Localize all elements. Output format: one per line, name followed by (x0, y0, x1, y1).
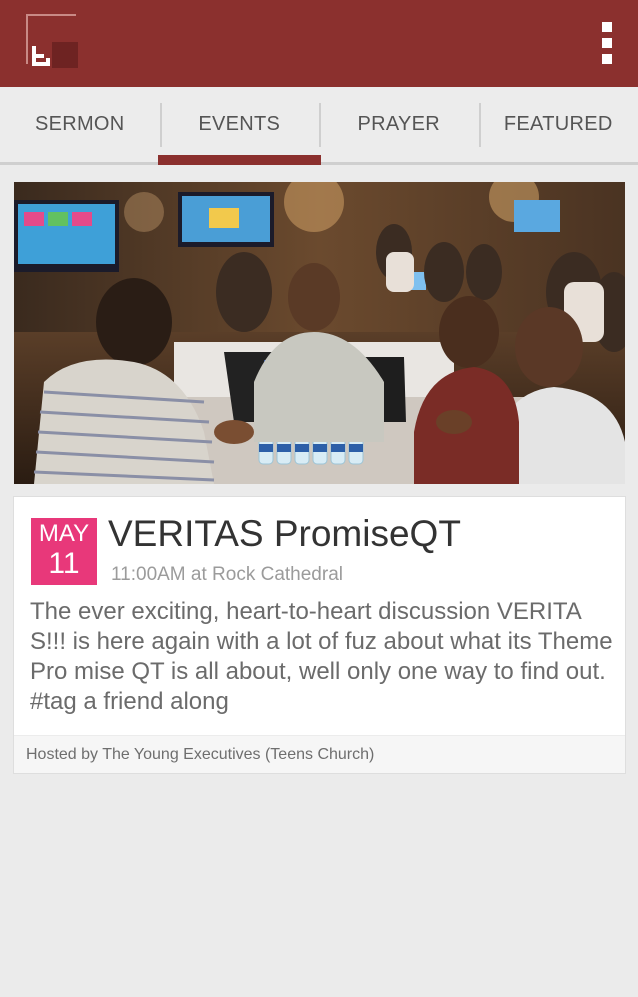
tab-bar: SERMON EVENTS PRAYER FEATURED (0, 87, 638, 165)
event-title: VERITAS PromiseQT (108, 513, 461, 554)
event-host: Hosted by The Young Executives (Teens Ch… (14, 735, 625, 773)
tab-prayer[interactable]: PRAYER (319, 87, 479, 162)
menu-dot (602, 22, 612, 32)
tab-featured[interactable]: FEATURED (478, 87, 638, 162)
menu-dot (602, 54, 612, 64)
date-month: MAY (38, 520, 90, 547)
logo-glyph-icon (32, 46, 50, 66)
event-description: The ever exciting, heart-to-heart discus… (30, 598, 613, 715)
event-time-location: 11:00AM at Rock Cathedral (111, 564, 343, 585)
logo-frame-left (26, 14, 28, 64)
logo-frame-top (26, 14, 76, 16)
date-badge: MAY 11 (31, 518, 97, 585)
tab-sermon[interactable]: SERMON (0, 87, 160, 162)
overflow-menu-icon[interactable] (600, 22, 614, 64)
app-logo[interactable] (26, 14, 80, 70)
menu-dot (602, 38, 612, 48)
event-image[interactable] (14, 182, 625, 484)
tab-events[interactable]: EVENTS (157, 87, 321, 165)
conference-photo (14, 182, 625, 484)
app-bar (0, 0, 638, 87)
logo-block (52, 42, 78, 68)
date-day: 11 (48, 547, 80, 580)
event-card[interactable]: MAY 11 VERITAS PromiseQT 11:00AM at Rock… (13, 496, 626, 774)
